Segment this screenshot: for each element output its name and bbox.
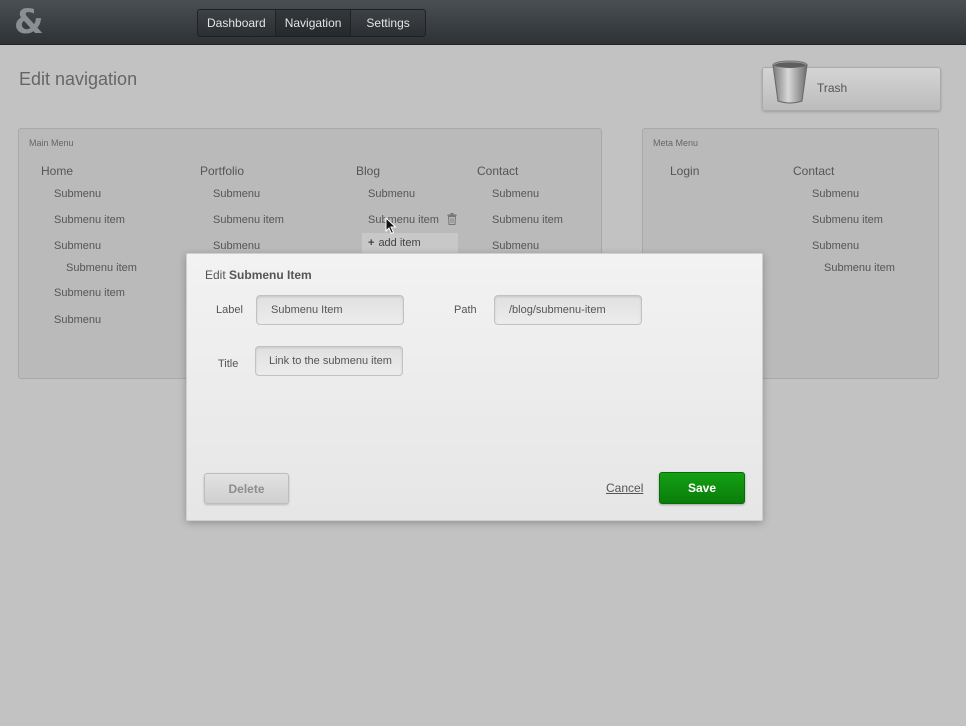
submenu-item[interactable]: Submenu [812,188,859,200]
delete-button[interactable]: Delete [204,473,289,504]
save-button[interactable]: Save [659,472,745,504]
mouse-cursor-icon [385,217,397,235]
menu-item-contact[interactable]: Contact [793,164,834,178]
trash-dropzone[interactable]: Trash [762,60,941,111]
add-item-label: add item [378,237,421,249]
submenu-item[interactable]: Submenu [54,188,101,200]
submenu-item[interactable]: Submenu [54,314,101,326]
app-logo[interactable]: & [14,2,44,42]
path-input[interactable] [494,295,642,325]
submenu-item[interactable]: Submenu [213,240,260,252]
menu-item-blog[interactable]: Blog [356,164,380,178]
meta-menu-title: Meta Menu [653,138,699,148]
dialog-title: Edit Submenu Item [205,268,312,282]
title-field-label: Title [218,358,239,370]
submenu-item[interactable]: Submenu item [492,214,563,226]
title-input[interactable] [255,346,403,376]
cancel-link[interactable]: Cancel [606,481,643,495]
submenu-item[interactable]: Submenu item [54,214,125,226]
plus-icon: + [368,237,375,249]
tab-settings[interactable]: Settings [351,10,424,36]
path-field-label: Path [454,304,477,316]
edit-submenu-dialog: Edit Submenu Item Label Path Title Delet… [186,253,763,521]
dialog-title-prefix: Edit [205,268,226,282]
submenu-item[interactable]: Submenu item [54,287,125,299]
submenu-item[interactable]: Submenu [812,240,859,252]
trash-label: Trash [817,81,848,95]
submenu-item[interactable]: Submenu item [213,214,284,226]
submenu-item-hovered[interactable]: Submenu item [368,214,439,226]
tab-navigation[interactable]: Navigation [275,10,352,36]
main-nav: Dashboard Navigation Settings [197,9,426,37]
submenu-child-item[interactable]: Submenu item [66,262,137,274]
label-input[interactable] [256,295,404,325]
page-title: Edit navigation [19,69,138,89]
submenu-item[interactable]: Submenu item [812,214,883,226]
submenu-item[interactable]: Submenu [368,188,415,200]
menu-item-contact[interactable]: Contact [477,164,518,178]
menu-item-login[interactable]: Login [670,164,699,178]
delete-item-icon[interactable] [447,213,457,225]
menu-item-home[interactable]: Home [41,164,73,178]
top-bar: & Dashboard Navigation Settings [0,0,966,45]
submenu-item[interactable]: Submenu [492,240,539,252]
submenu-item[interactable]: Submenu [54,240,101,252]
submenu-child-item[interactable]: Submenu item [824,262,895,274]
submenu-item[interactable]: Submenu [213,188,260,200]
label-field-label: Label [216,304,243,316]
menu-item-portfolio[interactable]: Portfolio [200,164,244,178]
add-item-button[interactable]: + add item [362,233,458,253]
trash-can-icon [772,60,808,104]
submenu-item[interactable]: Submenu [492,188,539,200]
main-menu-title: Main Menu [29,138,74,148]
tab-dashboard[interactable]: Dashboard [198,10,276,36]
dialog-title-subject: Submenu Item [229,268,312,282]
